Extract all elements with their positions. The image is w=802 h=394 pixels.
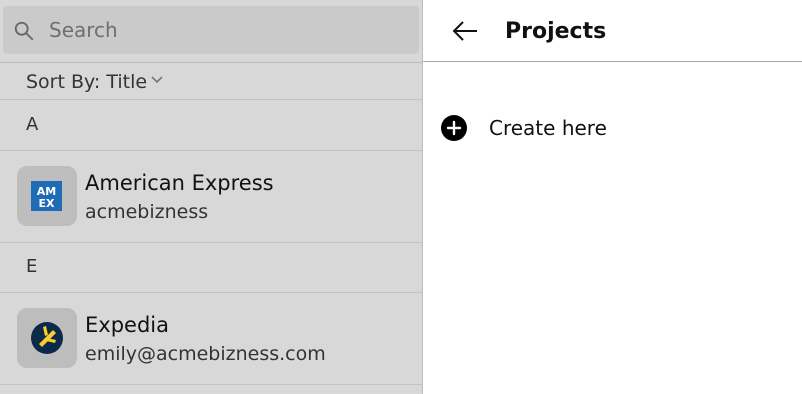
sort-bar[interactable]: Sort By: Title (0, 62, 423, 100)
header-bar: Projects (423, 0, 802, 62)
expedia-logo-icon (31, 322, 63, 354)
list-item-american-express[interactable]: AM EX American Express acmebizness (0, 151, 423, 243)
section-header-a: A (0, 101, 423, 151)
search-box[interactable]: Search (3, 6, 419, 54)
create-here-label: Create here (489, 116, 607, 140)
app-window: Search Sort By: Title A AM EX American E… (0, 0, 802, 394)
item-icon-tile (17, 308, 77, 368)
chevron-down-icon[interactable] (151, 75, 163, 85)
plus-icon (446, 120, 462, 136)
back-arrow-icon[interactable] (451, 18, 479, 44)
create-here-button[interactable]: Create here (441, 114, 607, 142)
page-title: Projects (505, 19, 607, 44)
item-icon-tile: AM EX (17, 166, 77, 226)
right-pane: Projects Create here (423, 0, 802, 394)
item-subtitle: emily@acmebizness.com (85, 343, 326, 365)
amex-logo-icon: AM EX (31, 181, 62, 211)
section-header-e: E (0, 243, 423, 293)
section-letter: A (26, 114, 39, 135)
item-title: Expedia (85, 313, 169, 337)
sort-by-label[interactable]: Sort By: Title (26, 71, 147, 93)
list-item-expedia[interactable]: Expedia emily@acmebizness.com (0, 293, 423, 385)
left-pane: Search Sort By: Title A AM EX American E… (0, 0, 423, 394)
plus-circle-icon[interactable] (441, 115, 467, 141)
item-subtitle: acmebizness (85, 201, 209, 223)
item-title: American Express (85, 171, 274, 195)
search-icon (14, 21, 34, 41)
search-placeholder: Search (49, 18, 118, 42)
section-letter: E (26, 256, 38, 277)
svg-text:EX: EX (39, 197, 56, 210)
